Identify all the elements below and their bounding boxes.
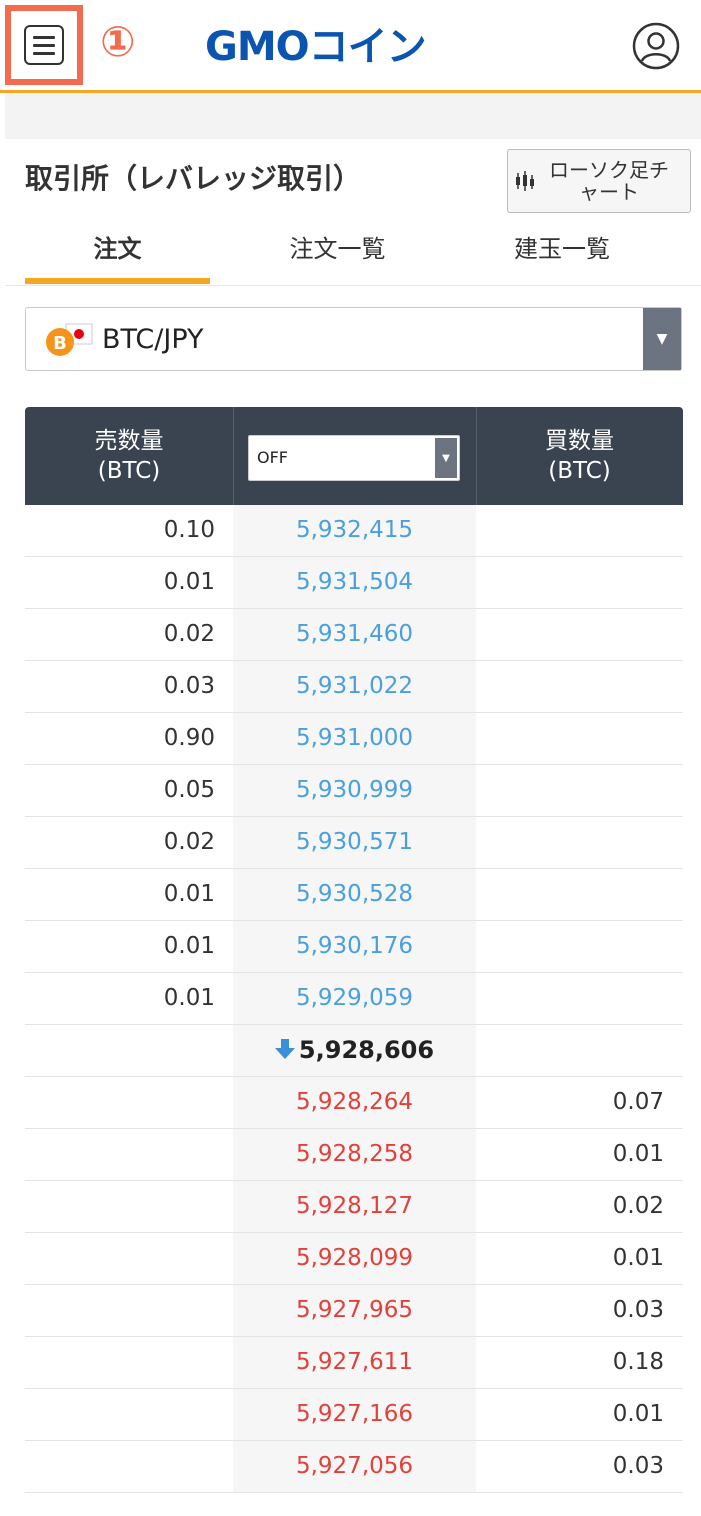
bid-price[interactable]: 5,927,611 [233, 1337, 476, 1388]
bid-qty: 0.02 [612, 1193, 664, 1219]
bid-row[interactable]: 5,928,264 0.07 [25, 1077, 683, 1129]
ask-row[interactable]: 0.90 5,931,000 [25, 713, 683, 765]
chart-button-label: ローソク足チャート [549, 158, 669, 204]
ask-row[interactable]: 0.03 5,931,022 [25, 661, 683, 713]
menu-highlight-box[interactable] [5, 5, 83, 85]
app-header: ① GMOコイン [0, 0, 701, 93]
candlestick-icon [516, 171, 534, 191]
buy-qty-header: 買数量 (BTC) [476, 407, 683, 505]
ask-row[interactable]: 0.01 5,929,059 [25, 973, 683, 1025]
gmo-coin-logo: GMOコイン [205, 24, 427, 70]
order-book: 売数量 (BTC) OFF ▼ 買数量 (BTC) 0.10 5,932,415 … [25, 407, 683, 1493]
bid-row[interactable]: 5,927,611 0.18 [25, 1337, 683, 1389]
bid-row[interactable]: 5,927,965 0.03 [25, 1285, 683, 1337]
step-marker: ① [100, 17, 136, 66]
ask-price[interactable]: 5,931,460 [233, 609, 476, 660]
bid-price[interactable]: 5,928,264 [233, 1077, 476, 1128]
currency-pair-select[interactable]: B BTC/JPY ▼ [25, 307, 682, 371]
chevron-down-icon[interactable]: ▼ [643, 308, 681, 370]
candlestick-chart-button[interactable]: ローソク足チャート [507, 149, 691, 213]
tab-order-list[interactable]: 注文一覧 [245, 225, 430, 285]
buy-header-unit: (BTC) [548, 458, 611, 484]
bid-row[interactable]: 5,928,099 0.01 [25, 1233, 683, 1285]
ask-price[interactable]: 5,932,415 [233, 505, 476, 556]
ask-price[interactable]: 5,930,571 [233, 817, 476, 868]
ask-qty: 0.01 [163, 985, 215, 1011]
ask-price[interactable]: 5,931,022 [233, 661, 476, 712]
active-tab-indicator [25, 278, 210, 284]
sell-header-label: 売数量 [94, 428, 164, 454]
bid-qty: 0.07 [612, 1089, 664, 1115]
bid-qty: 0.01 [612, 1141, 664, 1167]
ask-price[interactable]: 5,930,528 [233, 869, 476, 920]
header-divider [233, 407, 234, 505]
pair-label: BTC/JPY [102, 324, 204, 355]
bid-qty: 0.18 [612, 1349, 664, 1375]
ask-price[interactable]: 5,931,000 [233, 713, 476, 764]
svg-text:B: B [53, 333, 67, 354]
bid-price[interactable]: 5,927,166 [233, 1389, 476, 1440]
bid-price[interactable]: 5,927,056 [233, 1441, 476, 1492]
ask-price[interactable]: 5,931,504 [233, 557, 476, 608]
ask-qty: 0.03 [163, 673, 215, 699]
ask-qty: 0.02 [163, 829, 215, 855]
ask-rows: 0.10 5,932,415 0.01 5,931,504 0.02 5,931,46… [25, 505, 683, 1025]
sell-header-unit: (BTC) [97, 458, 161, 484]
main-content: 取引所（レバレッジ取引） ローソク足チャート 注文 注文一覧 建玉一覧 B BT… [5, 93, 701, 1516]
ask-row[interactable]: 0.05 5,930,999 [25, 765, 683, 817]
bid-price[interactable]: 5,928,127 [233, 1181, 476, 1232]
ask-qty: 0.01 [163, 569, 215, 595]
price-grouping-select[interactable]: OFF ▼ [248, 435, 460, 481]
ask-row[interactable]: 0.01 5,931,504 [25, 557, 683, 609]
bid-rows: 5,928,264 0.07 5,928,258 0.01 5,928,127 0.0… [25, 1077, 683, 1493]
ask-qty: 0.90 [163, 725, 215, 751]
bid-qty: 0.03 [612, 1453, 664, 1479]
last-price: 5,928,606 [298, 1036, 435, 1064]
chevron-down-icon[interactable]: ▼ [435, 438, 457, 478]
ask-price[interactable]: 5,930,176 [233, 921, 476, 972]
ask-row[interactable]: 0.01 5,930,528 [25, 869, 683, 921]
bid-qty: 0.01 [612, 1245, 664, 1271]
page-title: 取引所（レバレッジ取引） [25, 162, 362, 195]
tab-position-list[interactable]: 建玉一覧 [467, 225, 657, 285]
bid-price[interactable]: 5,928,258 [233, 1129, 476, 1180]
ask-row[interactable]: 0.02 5,931,460 [25, 609, 683, 661]
bid-row[interactable]: 5,928,258 0.01 [25, 1129, 683, 1181]
bid-row[interactable]: 5,927,056 0.03 [25, 1441, 683, 1493]
bid-qty: 0.01 [612, 1401, 664, 1427]
ask-price[interactable]: 5,930,999 [233, 765, 476, 816]
ask-price[interactable]: 5,929,059 [233, 973, 476, 1024]
ask-qty: 0.01 [163, 933, 215, 959]
ask-row[interactable]: 0.10 5,932,415 [25, 505, 683, 557]
arrow-down-icon [274, 1039, 295, 1059]
top-spacer [5, 93, 701, 139]
ask-qty: 0.02 [163, 621, 215, 647]
tab-bar: 注文 注文一覧 建玉一覧 [5, 225, 701, 286]
last-price-row: 5,928,606 [25, 1025, 683, 1077]
hamburger-menu-icon[interactable] [24, 25, 64, 65]
bid-row[interactable]: 5,928,127 0.02 [25, 1181, 683, 1233]
bid-price[interactable]: 5,927,965 [233, 1285, 476, 1336]
buy-header-label: 買数量 [545, 428, 614, 454]
bid-row[interactable]: 5,927,166 0.01 [25, 1389, 683, 1441]
ask-row[interactable]: 0.02 5,930,571 [25, 817, 683, 869]
user-account-icon[interactable] [632, 22, 680, 70]
ask-qty: 0.01 [163, 881, 215, 907]
ask-qty: 0.10 [163, 517, 215, 543]
ask-row[interactable]: 0.01 5,930,176 [25, 921, 683, 973]
tab-order[interactable]: 注文 [25, 225, 210, 285]
ask-qty: 0.05 [163, 777, 215, 803]
order-book-header: 売数量 (BTC) OFF ▼ 買数量 (BTC) [25, 407, 683, 505]
sell-qty-header: 売数量 (BTC) [25, 407, 233, 505]
bid-qty: 0.03 [612, 1297, 664, 1323]
last-price-cell: 5,928,606 [233, 1025, 476, 1076]
grouping-value: OFF [257, 448, 288, 467]
bid-price[interactable]: 5,928,099 [233, 1233, 476, 1284]
btc-jpy-pair-icon: B [46, 323, 93, 356]
